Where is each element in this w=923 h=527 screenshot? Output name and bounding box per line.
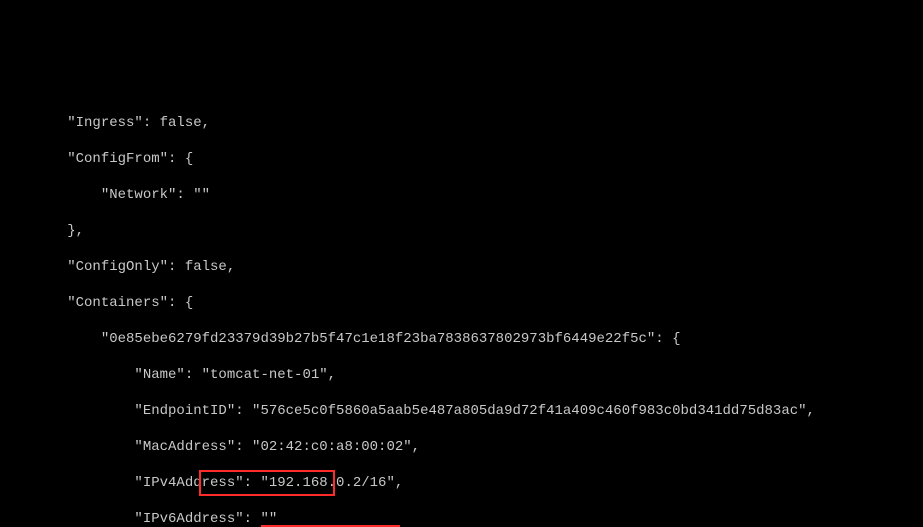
- json-line: "Containers": {: [0, 294, 923, 312]
- json-line: "Name": "tomcat-net-01",: [0, 366, 923, 384]
- json-line: "IPv6Address": "": [0, 510, 923, 527]
- json-line: "0e85ebe6279fd23379d39b27b5f47c1e18f23ba…: [0, 330, 923, 348]
- json-line: "Ingress": false,: [0, 114, 923, 132]
- json-line: "ConfigFrom": {: [0, 150, 923, 168]
- json-line: "IPv4Address": "192.168.0.2/16",: [0, 474, 923, 492]
- json-line: "Network": "": [0, 186, 923, 204]
- json-line: "EndpointID": "576ce5c0f5860a5aab5e487a8…: [0, 402, 923, 420]
- terminal-output[interactable]: "Ingress": false, "ConfigFrom": { "Netwo…: [0, 90, 923, 527]
- json-line: "ConfigOnly": false,: [0, 258, 923, 276]
- json-line: "MacAddress": "02:42:c0:a8:00:02",: [0, 438, 923, 456]
- json-line: },: [0, 222, 923, 240]
